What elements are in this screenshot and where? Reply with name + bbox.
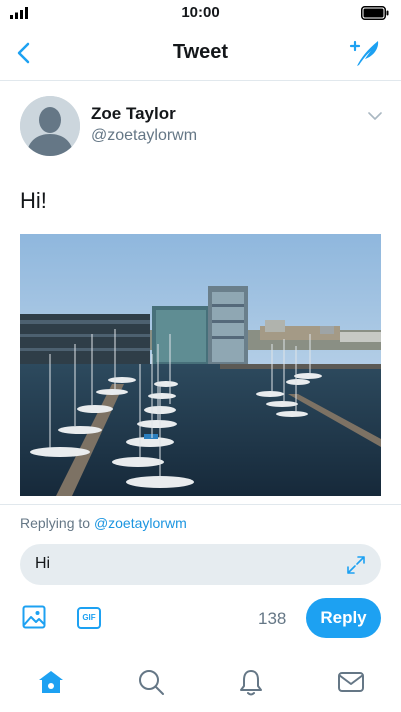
image-icon[interactable] — [22, 605, 46, 629]
replying-handle-link[interactable]: @zoetaylorwm — [94, 515, 187, 531]
replying-prefix: Replying to — [20, 515, 94, 531]
divider — [0, 504, 401, 505]
character-counter: 138 — [258, 609, 287, 628]
default-avatar-icon — [20, 96, 80, 156]
tab-bar — [0, 655, 401, 712]
tweet-text: Hi! — [20, 188, 47, 213]
mail-icon[interactable] — [336, 667, 366, 697]
harbor-photo — [20, 234, 381, 496]
search-icon[interactable] — [136, 667, 166, 697]
avatar[interactable] — [20, 96, 80, 156]
reply-button[interactable]: Reply — [306, 598, 381, 638]
status-time: 10:00 — [181, 4, 220, 21]
chevron-down-icon[interactable] — [367, 110, 383, 122]
reply-input[interactable]: Hi — [20, 544, 381, 585]
home-icon[interactable] — [36, 667, 66, 697]
gif-button[interactable]: GIF — [77, 607, 101, 629]
replying-to-label: Replying to @zoetaylorwm — [20, 515, 187, 531]
battery-icon — [361, 6, 389, 20]
nav-bar: Tweet — [0, 26, 401, 81]
bell-icon[interactable] — [236, 667, 266, 697]
author-name[interactable]: Zoe Taylor — [91, 104, 176, 124]
compose-tweet-icon[interactable] — [347, 38, 381, 68]
author-handle[interactable]: @zoetaylorwm — [91, 127, 197, 145]
expand-icon[interactable] — [345, 554, 367, 576]
reply-input-text[interactable]: Hi — [35, 555, 50, 573]
page-title: Tweet — [172, 41, 229, 63]
status-bar: 10:00 — [0, 0, 401, 26]
tweet-photo[interactable] — [20, 234, 381, 496]
